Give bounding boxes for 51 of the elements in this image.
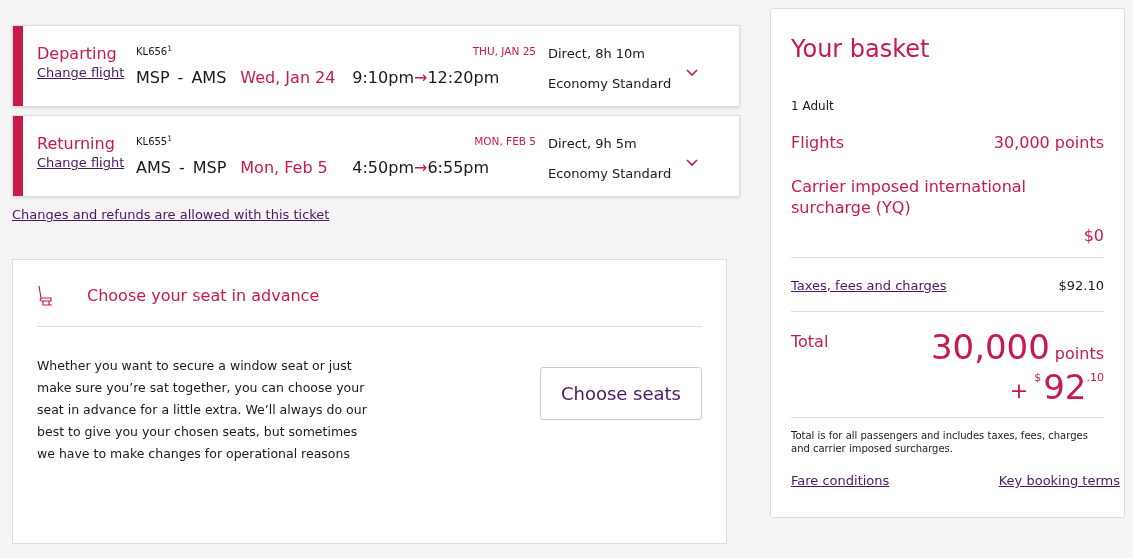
origin-code: AMS	[136, 156, 171, 179]
fare-conditions-link[interactable]: Fare conditions	[791, 471, 890, 491]
arrival-time: 12:20pm	[427, 66, 500, 89]
flight-direction: Returning	[37, 134, 116, 154]
fare-label: Flights	[791, 132, 844, 154]
seat-icon	[37, 284, 55, 307]
plus-sign: +	[1009, 377, 1029, 406]
flight-direction: Departing	[37, 44, 118, 64]
booking-terms-link[interactable]: Key booking terms	[998, 471, 1120, 491]
expand-icon[interactable]	[686, 68, 698, 77]
expand-icon[interactable]	[686, 158, 698, 167]
section-title: Choose your seat in advance	[87, 284, 320, 307]
arrival-date: MON, FEB 5	[474, 134, 536, 149]
destination-code: MSP	[192, 156, 227, 179]
change-flight-link[interactable]: Change flight	[37, 65, 125, 81]
departure-date: Wed, Jan 24	[240, 66, 337, 89]
taxes-value: $92.10	[1058, 276, 1104, 295]
arrow-icon: →	[413, 65, 428, 90]
arrow-icon: →	[413, 155, 428, 180]
seat-description: Whether you want to secure a window seat or just make sure you’re sat together, you can choose your seat in advance for a little extra. We’ll always do our best to give you your chosen seats, but sometimes we have to make changes for operational reasons	[37, 356, 367, 463]
flight-duration: Direct, 9h 5m	[548, 135, 638, 153]
currency-symbol: $	[1034, 370, 1042, 387]
cabin-class: Economy Standard	[548, 74, 673, 93]
total-points: 30,000	[930, 327, 1050, 368]
taxes-link[interactable]: Taxes, fees and charges	[791, 275, 947, 296]
arrival-time: 6:55pm	[427, 156, 490, 179]
route-separator: -	[178, 156, 185, 179]
change-flight-link[interactable]: Change flight	[37, 155, 125, 171]
departure-date: Mon, Feb 5	[240, 156, 329, 179]
basket-title: Your basket	[791, 34, 931, 65]
points-unit: points	[1054, 344, 1104, 364]
total-label: Total	[791, 331, 829, 354]
destination-code: AMS	[191, 66, 227, 89]
cabin-class: Economy Standard	[548, 164, 673, 183]
total-note: Total is for all passengers and includes taxes, fees, charges and carrier imposed surcharges.	[791, 430, 1089, 456]
surcharge-label: Carrier imposed international surcharge (YQ)	[791, 177, 1028, 219]
refund-policy-link[interactable]: Changes and refunds are allowed with this ticket	[12, 205, 330, 225]
total-cents: .10	[1086, 370, 1104, 387]
flight-number: KL655$^{1}$	[136, 134, 172, 149]
total-amount: 92	[1043, 370, 1087, 405]
departure-time: 9:10pm	[352, 66, 414, 89]
departure-time: 4:50pm	[352, 156, 414, 179]
choose-seats-button[interactable]: Choose seats	[539, 366, 702, 420]
surcharge-value: $0	[1083, 224, 1104, 247]
flight-number: KL656$^{1}$	[136, 44, 172, 59]
route-separator: -	[177, 66, 184, 89]
fare-value: 30,000 points	[993, 132, 1104, 154]
arrival-date: THU, JAN 25	[472, 44, 536, 59]
origin-code: MSP	[136, 66, 170, 89]
flight-duration: Direct, 8h 10m	[548, 45, 647, 63]
passenger-count: 1 Adult	[791, 98, 835, 115]
